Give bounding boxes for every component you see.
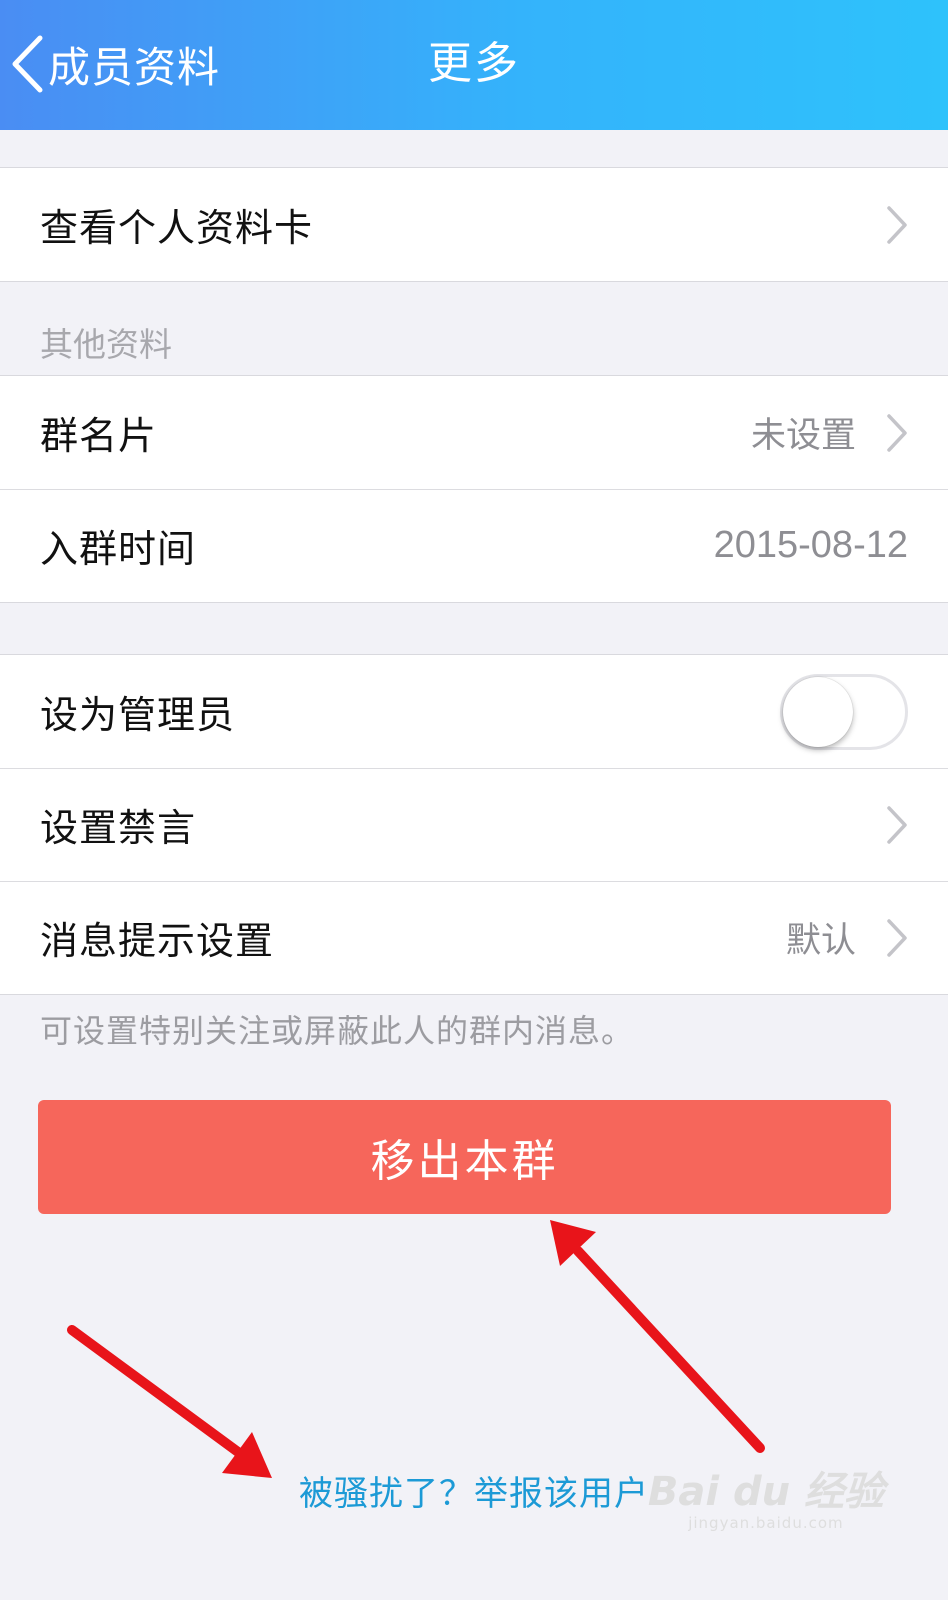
view-profile-card-label: 查看个人资料卡 (40, 206, 314, 250)
annotation-arrow-left (67, 1325, 272, 1478)
notification-setting-label: 消息提示设置 (40, 919, 275, 963)
watermark-logo: Bai du 经验 (647, 1469, 884, 1515)
admin-settings-group: 设为管理员 设置禁言 消息提示设置 默认 (0, 654, 948, 995)
page-title: 更多 (428, 38, 520, 89)
notification-footnote: 可设置特别关注或屏蔽此人的群内消息。 (40, 1012, 635, 1050)
nav-bar: 成员资料 更多 (0, 0, 948, 130)
chevron-right-icon (887, 918, 907, 957)
mute-setting-label: 设置禁言 (40, 806, 197, 850)
group-card-value: 未设置 (750, 416, 856, 456)
watermark-url: jingyan.baidu.com (688, 1514, 844, 1532)
join-time-value: 2015-08-12 (713, 524, 908, 566)
chevron-right-icon (887, 805, 907, 844)
join-time-label: 入群时间 (40, 527, 197, 571)
toggle-knob (783, 676, 853, 747)
chevron-right-icon (887, 413, 907, 452)
other-info-group: 群名片 未设置 入群时间 2015-08-12 (0, 375, 948, 603)
group-card-row[interactable]: 群名片 未设置 (0, 376, 948, 489)
group-card-label: 群名片 (40, 414, 158, 458)
annotation-arrow-right (550, 1220, 765, 1453)
other-info-header: 其他资料 (40, 325, 172, 364)
join-time-row: 入群时间 2015-08-12 (0, 489, 948, 602)
notification-setting-value: 默认 (785, 921, 856, 961)
mute-setting-row[interactable]: 设置禁言 (0, 768, 948, 881)
baidu-jingyan-watermark: Bai du 经验 jingyan.baidu.com (648, 1470, 884, 1532)
set-admin-toggle[interactable] (780, 673, 908, 750)
set-admin-label: 设为管理员 (40, 693, 236, 737)
remove-from-group-button[interactable]: 移出本群 (38, 1100, 891, 1214)
chevron-right-icon (887, 205, 907, 244)
notification-setting-row[interactable]: 消息提示设置 默认 (0, 881, 948, 994)
view-profile-card-row[interactable]: 查看个人资料卡 (0, 168, 948, 281)
set-admin-row: 设为管理员 (0, 655, 948, 768)
profile-card-group: 查看个人资料卡 (0, 167, 948, 282)
